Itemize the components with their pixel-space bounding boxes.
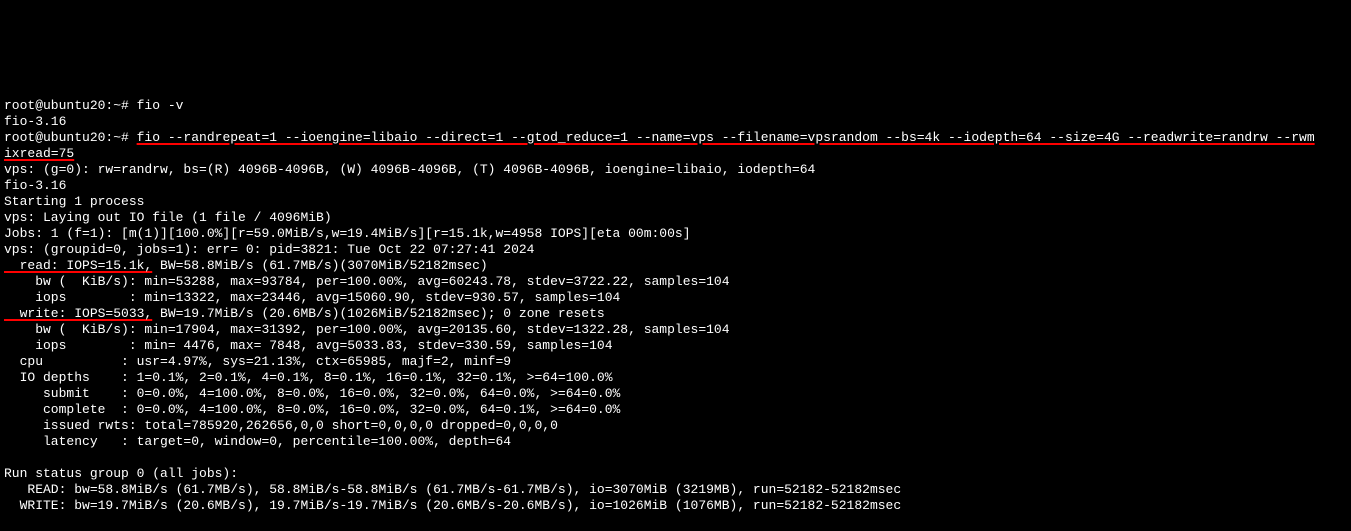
shell-prompt: root@ubuntu20:~#	[4, 130, 137, 145]
command-text: fio --randrepeat=1 --ioengine=libaio --d…	[137, 130, 1315, 145]
output-line: fio-3.16	[4, 178, 66, 193]
output-line: vps: (groupid=0, jobs=1): err= 0: pid=38…	[4, 242, 535, 257]
output-line: IO depths : 1=0.1%, 2=0.1%, 4=0.1%, 8=0.…	[4, 370, 613, 385]
output-line: cpu : usr=4.97%, sys=21.13%, ctx=65985, …	[4, 354, 511, 369]
output-line: complete : 0=0.0%, 4=100.0%, 8=0.0%, 16=…	[4, 402, 620, 417]
command-text-cont: ixread=75	[4, 146, 74, 161]
output-line: WRITE: bw=19.7MiB/s (20.6MB/s), 19.7MiB/…	[4, 498, 901, 513]
command-text: fio -v	[137, 98, 184, 113]
read-iops-line: read: IOPS=15.1k,	[4, 258, 152, 273]
output-line: fio-3.16	[4, 114, 66, 129]
shell-prompt: root@ubuntu20:~#	[4, 98, 137, 113]
output-line: BW=19.7MiB/s (20.6MB/s)(1026MiB/52182mse…	[152, 306, 604, 321]
output-line: vps: (g=0): rw=randrw, bs=(R) 4096B-4096…	[4, 162, 815, 177]
output-line: Starting 1 process	[4, 194, 144, 209]
output-line: bw ( KiB/s): min=53288, max=93784, per=1…	[4, 274, 730, 289]
output-line: Disk stats (read/write):	[4, 530, 191, 531]
output-line: submit : 0=0.0%, 4=100.0%, 8=0.0%, 16=0.…	[4, 386, 620, 401]
terminal-output[interactable]: root@ubuntu20:~# fio -v fio-3.16 root@ub…	[0, 80, 1351, 531]
output-line: issued rwts: total=785920,262656,0,0 sho…	[4, 418, 558, 433]
output-line: READ: bw=58.8MiB/s (61.7MB/s), 58.8MiB/s…	[4, 482, 901, 497]
output-line: BW=58.8MiB/s (61.7MB/s)(3070MiB/52182mse…	[152, 258, 487, 273]
output-line: vps: Laying out IO file (1 file / 4096Mi…	[4, 210, 332, 225]
output-line: iops : min=13322, max=23446, avg=15060.9…	[4, 290, 620, 305]
output-line: bw ( KiB/s): min=17904, max=31392, per=1…	[4, 322, 730, 337]
output-line: Run status group 0 (all jobs):	[4, 466, 238, 481]
output-line: latency : target=0, window=0, percentile…	[4, 434, 511, 449]
write-iops-line: write: IOPS=5033,	[4, 306, 152, 321]
output-line: Jobs: 1 (f=1): [m(1)][100.0%][r=59.0MiB/…	[4, 226, 691, 241]
output-line: iops : min= 4476, max= 7848, avg=5033.83…	[4, 338, 613, 353]
